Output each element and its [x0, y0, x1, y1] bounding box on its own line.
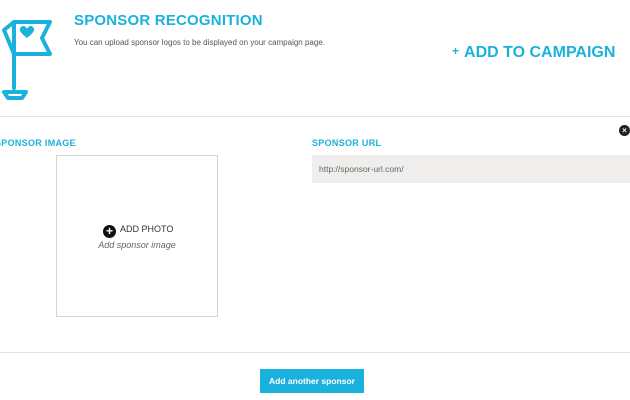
add-photo-hint: Add sponsor image	[98, 240, 176, 250]
close-icon[interactable]: ×	[619, 125, 630, 136]
page-title: SPONSOR RECOGNITION	[74, 12, 263, 29]
section-divider	[0, 116, 630, 117]
add-photo-button[interactable]: + ADD PHOTO	[103, 224, 173, 238]
sponsor-url-input[interactable]	[312, 155, 630, 183]
sponsor-url-label: SPONSOR URL	[312, 138, 382, 148]
add-to-campaign-label: ADD TO CAMPAIGN	[464, 44, 616, 61]
footer-divider	[0, 352, 630, 353]
banner-flag-heart-icon	[2, 20, 52, 100]
sponsor-image-label: SPONSOR IMAGE	[0, 138, 76, 148]
sponsor-photo-upload[interactable]: + ADD PHOTO Add sponsor image	[56, 155, 218, 317]
add-another-sponsor-button[interactable]: Add another sponsor	[260, 369, 364, 393]
add-photo-label: ADD PHOTO	[120, 224, 174, 234]
add-to-campaign-button[interactable]: + ADD TO CAMPAIGN	[452, 44, 615, 62]
plus-icon: +	[452, 44, 460, 58]
plus-circle-icon: +	[103, 225, 116, 238]
page-subtitle: You can upload sponsor logos to be displ…	[74, 38, 325, 47]
